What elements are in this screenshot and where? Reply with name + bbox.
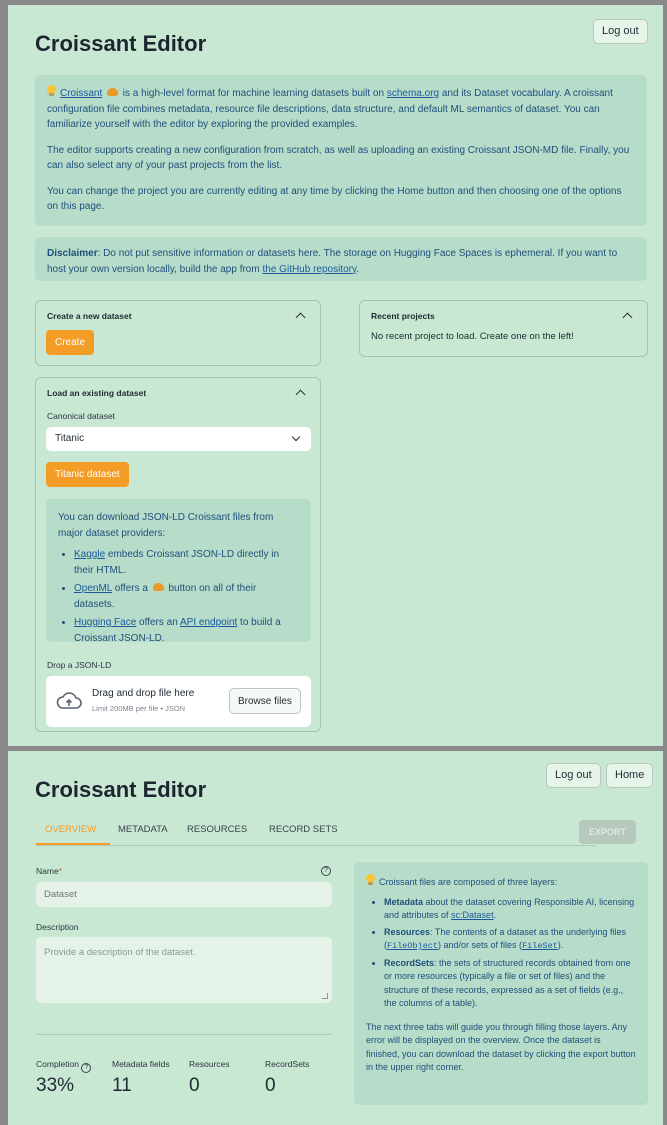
name-input[interactable] [36,882,332,907]
intro-info-box: Croissant is a high-level format for mac… [35,75,647,226]
croissant-icon [152,583,164,591]
browse-files-button[interactable]: Browse files [229,688,301,714]
metric-resources-value: 0 [189,1075,200,1096]
export-button[interactable]: EXPORT [579,820,636,844]
hugging-face-link[interactable]: Hugging Face [74,617,136,628]
fileobject-link[interactable]: FileObject [387,941,438,951]
tab-resources[interactable]: RESOURCES [187,824,247,835]
disclaimer-heading: Disclaimer [47,248,98,259]
file-dropzone[interactable]: Drag and drop file here Limit 200MB per … [46,676,311,727]
croissant-link[interactable]: Croissant [60,88,102,99]
chevron-up-icon[interactable] [295,312,306,323]
upload-cloud-icon [56,692,82,709]
drop-jsonld-label: Drop a JSON-LD [47,660,112,670]
create-button[interactable]: Create [46,330,95,355]
providers-info-box: You can download JSON-LD Croissant files… [46,499,311,644]
layers-info-box: Croissant files are composed of three la… [354,862,648,1105]
tab-metadata[interactable]: METADATA [118,824,168,835]
resize-handle[interactable] [322,993,328,999]
chevron-up-icon[interactable] [622,312,633,323]
canonical-dataset-label: Canonical dataset [47,411,116,421]
home-screen: Croissant Editor Log out Croissant is a … [8,5,663,746]
tab-overview[interactable]: OVERVIEW [45,824,96,835]
layer-recordsets: RecordSets: the sets of structured recor… [384,957,636,1011]
intro-paragraph-1: Croissant is a high-level format for mac… [47,85,635,133]
fileset-link[interactable]: FileSet [522,941,558,951]
name-label: Name* [36,866,62,876]
metric-resources-label: Resources [189,1059,230,1069]
logout-button[interactable]: Log out [593,19,648,44]
tab-divider [36,845,596,846]
layer-resources: Resources: The contents of a dataset as … [384,926,636,954]
intro-paragraph-3: You can change the project you are curre… [47,185,622,213]
recent-projects-card: Recent projects No recent project to loa… [359,300,648,357]
help-icon: ? [81,1063,92,1073]
provider-openml: OpenML offers a button on all of their d… [74,581,299,612]
dropzone-title: Drag and drop file here [92,688,195,699]
create-card-title: Create a new dataset [47,311,132,321]
app-title: Croissant Editor [35,31,207,56]
schema-org-link[interactable]: schema.org [387,88,439,99]
chevron-up-icon[interactable] [295,389,306,400]
description-textarea[interactable]: Provide a description of the dataset. [36,937,332,1003]
recent-empty-text: No recent project to load. Create one on… [371,331,574,342]
metric-metadata-fields-value: 11 [112,1075,132,1096]
metric-completion-value: 33% [36,1075,75,1096]
active-tab-indicator [36,843,110,845]
api-endpoint-link[interactable]: API endpoint [180,617,237,628]
metric-recordsets-label: RecordSets [265,1059,310,1069]
croissant-icon [107,88,119,96]
github-repository-link[interactable]: the GitHub repository [262,264,356,275]
titanic-dataset-button[interactable]: Titanic dataset [46,462,129,487]
load-dataset-card: Load an existing dataset Canonical datas… [35,377,321,732]
intro-paragraph-2: The editor supports creating a new confi… [47,144,630,172]
layer-metadata: Metadata about the dataset covering Resp… [384,896,636,923]
recent-card-title: Recent projects [371,311,435,321]
lightbulb-icon [47,85,56,97]
dropzone-limit: Limit 200MB per file • JSON [92,704,186,713]
overview-screen: Croissant Editor Log out Home OVERVIEW M… [8,751,663,1125]
metric-metadata-fields-label: Metadata fields [112,1059,170,1069]
provider-kaggle: Kaggle embeds Croissant JSON-LD directly… [74,547,299,578]
help-icon[interactable]: ? [321,866,331,876]
metric-completion-label: Completion ? [36,1059,92,1073]
description-label: Description [36,922,79,932]
load-card-title: Load an existing dataset [47,388,147,398]
create-dataset-card: Create a new dataset Create [35,300,321,366]
app-title: Croissant Editor [35,777,207,802]
kaggle-link[interactable]: Kaggle [74,549,105,560]
home-button[interactable]: Home [606,763,654,788]
sc-dataset-link[interactable]: sc:Dataset [451,910,494,920]
logout-button[interactable]: Log out [546,763,601,788]
layers-footer: The next three tabs will guide you throu… [366,1021,636,1073]
metric-recordsets-value: 0 [265,1075,276,1096]
provider-huggingface: Hugging Face offers an API endpoint to b… [74,615,299,646]
divider [36,1034,332,1035]
openml-link[interactable]: OpenML [74,583,112,594]
canonical-dataset-select[interactable]: Titanic [46,427,311,451]
chevron-down-icon [291,432,301,442]
lightbulb-icon [366,874,375,886]
disclaimer-box: Disclaimer: Do not put sensitive informa… [35,237,647,281]
tab-record-sets[interactable]: RECORD SETS [269,824,338,835]
